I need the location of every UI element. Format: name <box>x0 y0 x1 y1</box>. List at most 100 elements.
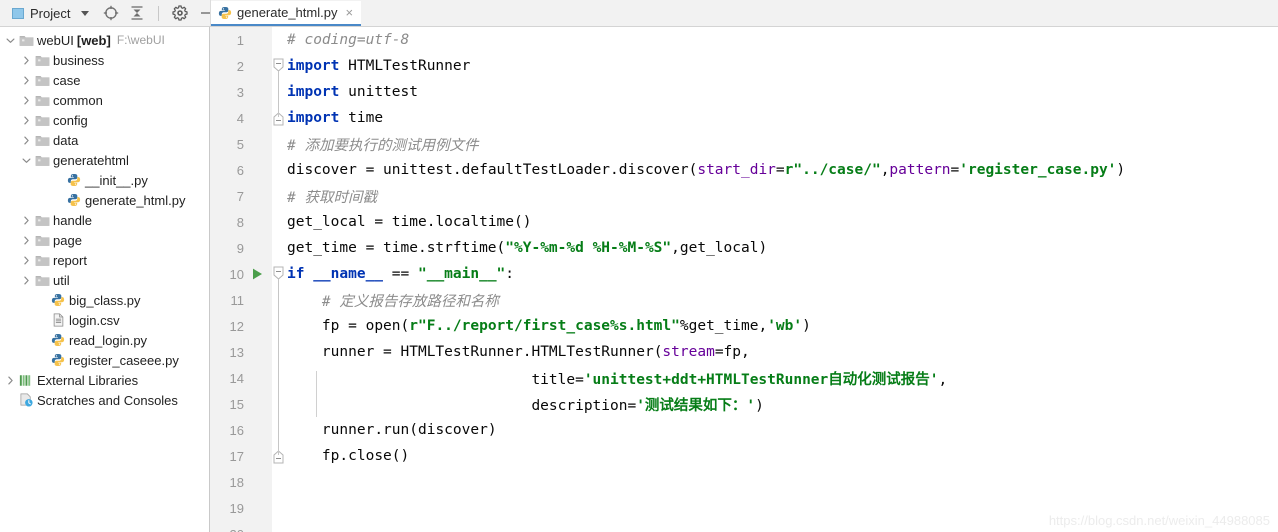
code-text: runner.run(discover) <box>321 422 497 438</box>
chevron-right-icon[interactable] <box>4 374 16 386</box>
tree-item-generatehtml[interactable]: generatehtml <box>0 150 209 170</box>
code-editor[interactable]: 1 # coding=utf-8 2 import HTMLTestRunner 3 im… <box>210 27 1278 532</box>
tree-item-case[interactable]: case <box>0 70 209 90</box>
chevron-down-icon[interactable] <box>4 34 16 46</box>
collapse-all-icon[interactable] <box>129 5 145 21</box>
folder-icon <box>34 72 50 88</box>
gear-icon[interactable] <box>172 5 189 21</box>
code-line[interactable]: 8 get_local = time.localtime() <box>210 209 1278 235</box>
code-line[interactable]: 2 import HTMLTestRunner <box>210 53 1278 79</box>
tree-item-label: Scratches and Consoles <box>37 392 178 408</box>
line-number: 13 <box>229 344 244 360</box>
python-file-icon <box>50 352 66 368</box>
line-number: 10 <box>229 266 244 282</box>
chevron-right-icon[interactable] <box>20 74 32 86</box>
chevron-right-icon[interactable] <box>20 254 32 266</box>
chevron-down-icon[interactable] <box>81 10 90 16</box>
tab-label: generate_html.py <box>237 5 338 20</box>
tree-item-page[interactable]: page <box>0 230 209 250</box>
chevron-right-icon[interactable] <box>20 94 32 106</box>
code-text: import time <box>287 110 384 126</box>
python-file-icon <box>66 192 82 208</box>
folder-icon <box>34 152 50 168</box>
tree-item-label: __init__.py <box>85 172 148 188</box>
code-line[interactable]: 7 # 获取时间戳 <box>210 183 1278 209</box>
run-gutter-icon[interactable] <box>250 268 264 280</box>
tree-item-webui[interactable]: webUI [web] F:\webUI <box>0 30 209 50</box>
project-label: Project <box>30 5 71 21</box>
code-line[interactable]: 16 runner.run(discover) <box>210 417 1278 443</box>
chevron-right-icon[interactable] <box>20 274 32 286</box>
chevron-right-icon[interactable] <box>20 134 32 146</box>
project-tree-panel[interactable]: webUI [web] F:\webUI business case common conf… <box>0 27 210 532</box>
tree-item-common[interactable]: common <box>0 90 209 110</box>
folder-icon <box>34 212 50 228</box>
line-number: 20 <box>210 527 244 532</box>
line-number: 5 <box>236 136 244 152</box>
tree-item-label: External Libraries <box>37 372 139 388</box>
project-toolbar: Project <box>0 0 212 26</box>
line-number: 11 <box>230 292 245 308</box>
tree-item-generate-html-py[interactable]: generate_html.py <box>0 190 209 210</box>
code-line[interactable]: 18 <box>210 469 1278 495</box>
chevron-right-icon[interactable] <box>20 214 32 226</box>
tab-generate-html-py[interactable]: generate_html.py × <box>211 1 362 26</box>
close-icon[interactable]: × <box>345 6 353 19</box>
tree-item-data[interactable]: data <box>0 130 209 150</box>
csv-file-icon <box>50 312 66 328</box>
watermark-text: https://blog.csdn.net/weixin_44988085 <box>1048 513 1270 528</box>
chevron-right-icon[interactable] <box>20 234 32 246</box>
project-tool-button[interactable]: Project <box>10 0 91 26</box>
tree-item-label: data <box>53 132 79 148</box>
python-file-icon <box>50 292 66 308</box>
fold-region-line <box>278 71 279 117</box>
tree-item-business[interactable]: business <box>0 50 209 70</box>
tree-item-read-login-py[interactable]: read_login.py <box>0 330 209 350</box>
code-text: fp = open(r"F../report/first_case%s.html… <box>321 318 811 334</box>
tree-item-label: generatehtml <box>53 152 129 168</box>
code-line[interactable]: 10 if __name__ == "__main__": <box>210 261 1278 287</box>
tree-item-label: handle <box>53 212 93 228</box>
chevron-right-icon[interactable] <box>20 54 32 66</box>
locate-icon[interactable] <box>103 5 119 21</box>
code-line[interactable]: 4 import time <box>210 105 1278 131</box>
chevron-down-icon[interactable] <box>20 154 32 166</box>
code-line[interactable]: 14 title='unittest+ddt+HTMLTestRunner自动化… <box>210 365 1278 391</box>
code-line[interactable]: 11 # 定义报告存放路径和名称 <box>210 287 1278 313</box>
code-line[interactable]: 1 # coding=utf-8 <box>210 27 1278 53</box>
tree-item-scratches-and-consoles[interactable]: Scratches and Consoles <box>0 390 209 410</box>
code-line[interactable]: 5 # 添加要执行的测试用例文件 <box>210 131 1278 157</box>
tree-item-label: webUI <box>37 32 74 48</box>
code-line[interactable]: 3 import unittest <box>210 79 1278 105</box>
tree-item-label: report <box>53 252 87 268</box>
tree-item-config[interactable]: config <box>0 110 209 130</box>
tree-item-util[interactable]: util <box>0 270 209 290</box>
folder-icon <box>18 32 34 48</box>
code-line[interactable]: 12 fp = open(r"F../report/first_case%s.h… <box>210 313 1278 339</box>
code-line[interactable]: 17 fp.close() <box>210 443 1278 469</box>
tree-item-big-class-py[interactable]: big_class.py <box>0 290 209 310</box>
code-text: import HTMLTestRunner <box>287 58 471 74</box>
line-number: 9 <box>236 240 244 256</box>
code-line[interactable]: 13 runner = HTMLTestRunner.HTMLTestRunne… <box>210 339 1278 365</box>
code-lines[interactable]: 1 # coding=utf-8 2 import HTMLTestRunner 3 im… <box>210 27 1278 532</box>
code-line[interactable]: 15 description='测试结果如下：') <box>210 391 1278 417</box>
line-number: 2 <box>236 58 244 74</box>
line-number: 15 <box>229 396 244 412</box>
tree-item-login-csv[interactable]: login.csv <box>0 310 209 330</box>
tree-item-report[interactable]: report <box>0 250 209 270</box>
code-line[interactable]: 6 discover = unittest.defaultTestLoader.d… <box>210 157 1278 183</box>
code-line[interactable]: 9 get_time = time.strftime("%Y-%m-%d %H-%… <box>210 235 1278 261</box>
folder-icon <box>34 232 50 248</box>
code-text: get_time = time.strftime("%Y-%m-%d %H-%M… <box>287 240 768 256</box>
python-file-icon <box>218 6 232 20</box>
tree-item-external-libraries[interactable]: External Libraries <box>0 370 209 390</box>
tree-item-register-caseee-py[interactable]: register_caseee.py <box>0 350 209 370</box>
tree-item--init-py[interactable]: __init__.py <box>0 170 209 190</box>
chevron-right-icon[interactable] <box>20 114 32 126</box>
code-text: import unittest <box>287 84 418 100</box>
tree-item-handle[interactable]: handle <box>0 210 209 230</box>
